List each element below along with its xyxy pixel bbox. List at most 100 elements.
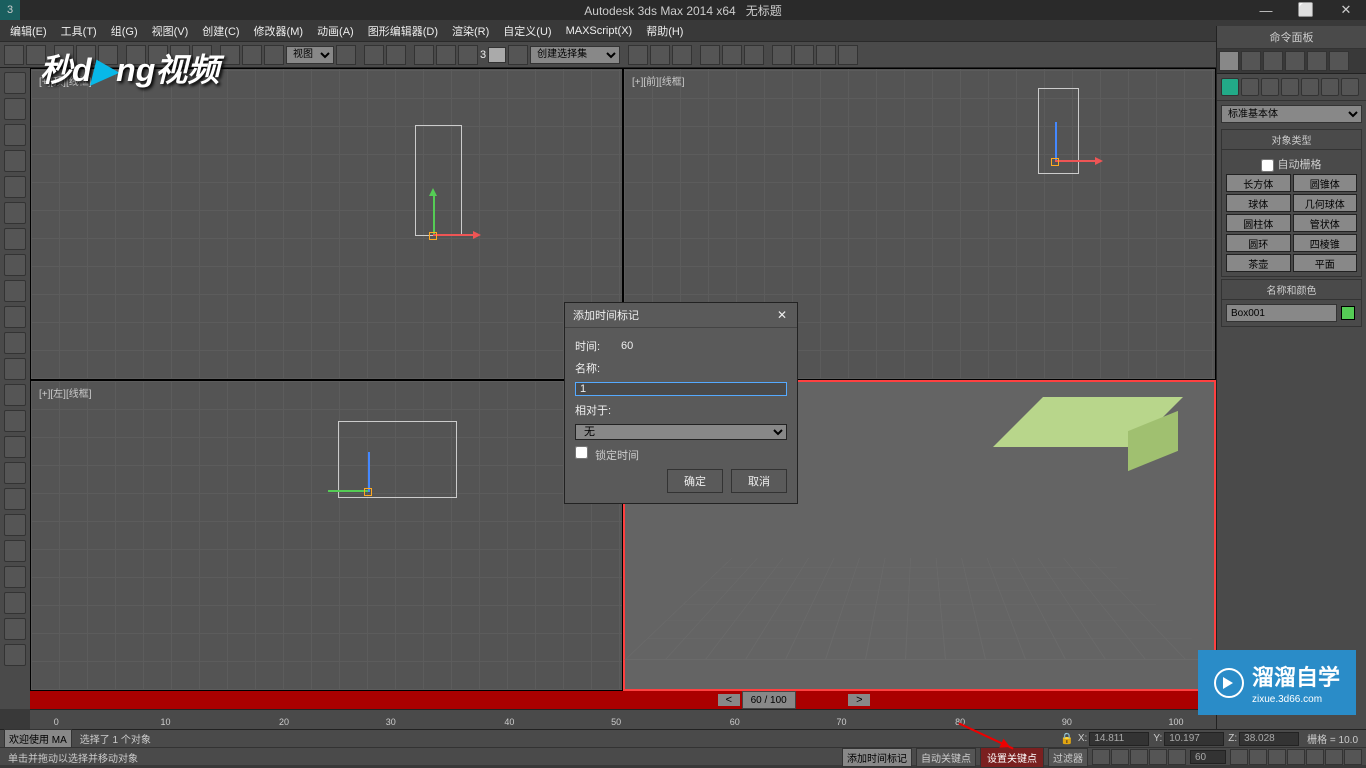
ok-button[interactable]: 确定 — [667, 469, 723, 493]
menu-animation[interactable]: 动画(A) — [311, 21, 360, 41]
menu-rendering[interactable]: 渲染(R) — [446, 21, 495, 41]
prev-frame-button[interactable] — [1111, 749, 1129, 765]
motion-tab[interactable] — [1285, 51, 1305, 71]
goto-start-button[interactable] — [1092, 749, 1110, 765]
left-btn-11[interactable] — [4, 332, 26, 354]
left-btn-15[interactable] — [4, 436, 26, 458]
manipulate-button[interactable] — [364, 45, 384, 65]
display-tab[interactable] — [1307, 51, 1327, 71]
named-sel-button[interactable] — [508, 45, 528, 65]
viewport-label[interactable]: [+][前][线框] — [632, 73, 685, 88]
menu-help[interactable]: 帮助(H) — [640, 21, 689, 41]
align-button[interactable] — [650, 45, 670, 65]
left-btn-2[interactable] — [4, 98, 26, 120]
left-btn-7[interactable] — [4, 228, 26, 250]
shapes-icon[interactable] — [1241, 78, 1259, 96]
render-frame-button[interactable] — [794, 45, 814, 65]
cancel-button[interactable]: 取消 — [731, 469, 787, 493]
helpers-icon[interactable] — [1301, 78, 1319, 96]
next-frame-button[interactable] — [1149, 749, 1167, 765]
app-icon[interactable]: 3 — [0, 0, 20, 20]
hierarchy-tab[interactable] — [1263, 51, 1283, 71]
move-button[interactable] — [220, 45, 240, 65]
ref-coord-select[interactable]: 视图 — [286, 46, 334, 64]
lights-icon[interactable] — [1261, 78, 1279, 96]
left-btn-3[interactable] — [4, 124, 26, 146]
teapot-button[interactable]: 茶壶 — [1226, 254, 1291, 272]
left-btn-19[interactable] — [4, 540, 26, 562]
left-btn-20[interactable] — [4, 566, 26, 588]
close-button[interactable]: ✕ — [1326, 0, 1366, 20]
torus-button[interactable]: 圆环 — [1226, 234, 1291, 252]
y-input[interactable] — [1164, 732, 1224, 746]
scale-button[interactable] — [264, 45, 284, 65]
prev-frame-icon[interactable]: < — [722, 694, 736, 706]
curve-editor-button[interactable] — [700, 45, 720, 65]
snap-angle-button[interactable] — [436, 45, 456, 65]
zoom-all-button[interactable] — [1249, 749, 1267, 765]
render-button[interactable] — [816, 45, 836, 65]
rollout-header[interactable]: 对象类型 — [1222, 130, 1361, 150]
render-setup-button[interactable] — [772, 45, 792, 65]
snap-percent-button[interactable] — [458, 45, 478, 65]
auto-key-button[interactable]: 自动关键点 — [916, 748, 976, 767]
lock-time-checkbox[interactable] — [575, 446, 588, 459]
goto-end-button[interactable] — [1168, 749, 1186, 765]
geosphere-button[interactable]: 几何球体 — [1293, 194, 1358, 212]
geometry-icon[interactable] — [1221, 78, 1239, 96]
schematic-button[interactable] — [722, 45, 742, 65]
dialog-close-button[interactable]: ✕ — [775, 308, 789, 322]
left-btn-13[interactable] — [4, 384, 26, 406]
tag-name-input[interactable] — [575, 382, 787, 396]
menu-edit[interactable]: 编辑(E) — [4, 21, 53, 41]
left-btn-5[interactable] — [4, 176, 26, 198]
current-frame-input[interactable] — [1190, 750, 1226, 764]
menu-modifiers[interactable]: 修改器(M) — [248, 21, 310, 41]
spacewarps-icon[interactable] — [1321, 78, 1339, 96]
zoom-button[interactable] — [1230, 749, 1248, 765]
time-slider-handle[interactable]: 60 / 100 — [742, 691, 796, 709]
selection-set-select[interactable]: 创建选择集 — [530, 46, 620, 64]
time-tag-button[interactable]: 添加时间标记 — [842, 748, 912, 767]
menu-customize[interactable]: 自定义(U) — [497, 21, 557, 41]
relative-select[interactable]: 无 — [575, 424, 787, 440]
rollout-header[interactable]: 名称和颜色 — [1222, 280, 1361, 300]
object-color-swatch[interactable] — [1341, 306, 1355, 320]
viewport-top[interactable]: [+][顶][线框] — [30, 68, 623, 380]
fov-button[interactable] — [1287, 749, 1305, 765]
menu-tools[interactable]: 工具(T) — [55, 21, 103, 41]
menu-group[interactable]: 组(G) — [105, 21, 144, 41]
left-btn-6[interactable] — [4, 202, 26, 224]
geometry-category-select[interactable]: 标准基本体 — [1221, 105, 1362, 123]
modify-tab[interactable] — [1241, 51, 1261, 71]
systems-icon[interactable] — [1341, 78, 1359, 96]
mirror-button[interactable] — [628, 45, 648, 65]
tube-button[interactable]: 管状体 — [1293, 214, 1358, 232]
zoom-extents-button[interactable] — [1268, 749, 1286, 765]
time-slider[interactable]: < 60 / 100 > — [30, 691, 1216, 709]
viewport-left[interactable]: [+][左][线框] — [30, 380, 623, 692]
undo-button[interactable] — [4, 45, 24, 65]
left-btn-14[interactable] — [4, 410, 26, 432]
left-btn-9[interactable] — [4, 280, 26, 302]
left-btn-8[interactable] — [4, 254, 26, 276]
maxscript-button[interactable]: 欢迎使用 MA — [4, 729, 72, 748]
spinner[interactable]: 3 — [480, 47, 506, 63]
next-frame-icon[interactable]: > — [852, 694, 866, 706]
menu-maxscript[interactable]: MAXScript(X) — [560, 23, 639, 39]
left-btn-23[interactable] — [4, 644, 26, 666]
left-btn-22[interactable] — [4, 618, 26, 640]
rotate-button[interactable] — [242, 45, 262, 65]
left-btn-21[interactable] — [4, 592, 26, 614]
menu-graph[interactable]: 图形编辑器(D) — [362, 21, 444, 41]
menu-create[interactable]: 创建(C) — [196, 21, 245, 41]
key-filters-button[interactable]: 过滤器 — [1048, 748, 1088, 767]
left-btn-10[interactable] — [4, 306, 26, 328]
left-btn-18[interactable] — [4, 514, 26, 536]
pan-button[interactable] — [1306, 749, 1324, 765]
x-input[interactable] — [1089, 732, 1149, 746]
auto-grid-checkbox[interactable] — [1261, 159, 1274, 172]
dialog-titlebar[interactable]: 添加时间标记 ✕ — [565, 303, 797, 328]
cone-button[interactable]: 圆锥体 — [1293, 174, 1358, 192]
menu-views[interactable]: 视图(V) — [146, 21, 195, 41]
